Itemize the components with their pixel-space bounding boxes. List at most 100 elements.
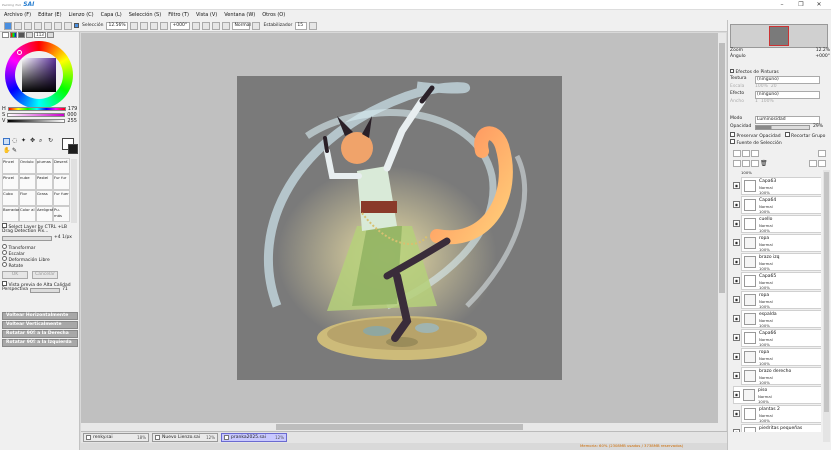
trash-icon[interactable]: 🗑 [760,160,768,167]
tool-slot[interactable]: Fur fur [53,174,70,190]
layer-row[interactable]: ◉ Capa63 Normal 100% [733,177,821,195]
preserve-opacity-checkbox[interactable] [730,132,735,137]
layer-panel-menu-icon[interactable] [818,150,826,157]
clear-layer-icon[interactable] [751,160,759,167]
rotate-radio[interactable] [2,262,7,267]
new-linework-layer-icon[interactable] [742,150,750,157]
visibility-eye-icon[interactable]: ◉ [733,372,740,379]
visibility-eye-icon[interactable]: ◉ [733,277,740,284]
visibility-eye-icon[interactable]: ◉ [733,220,740,227]
minimize-button[interactable]: – [776,1,788,9]
toolbar-tool-icon[interactable] [34,21,42,30]
texture-select[interactable]: (ninguno) [755,76,820,84]
navigator-angle-value[interactable]: +000° [815,54,830,60]
layer-folder-row[interactable]: ◉ ropa Normal 100% [733,348,821,366]
scale-radio[interactable] [2,250,7,255]
blend-mode-button[interactable] [252,21,261,30]
layer-panel-option-icon[interactable] [809,160,817,167]
layer-row[interactable]: ◉piedritas pequeñas [733,424,821,432]
visibility-eye-icon[interactable]: ◉ [733,201,740,208]
toolbar-tool-icon[interactable] [64,21,72,30]
maximize-button[interactable]: ❐ [795,1,807,9]
hand-icon[interactable]: ✋ [3,148,10,155]
layer-scroll-thumb[interactable] [824,172,829,412]
new-folder-icon[interactable] [751,150,759,157]
lasso-icon[interactable]: ◌ [12,138,19,145]
zoom-field[interactable]: 12.56% [106,21,129,30]
toolbar-tool-icon[interactable] [4,21,12,30]
layer-row[interactable]: ◉ cuello Normal 100% [733,215,821,233]
eyedropper-icon[interactable]: ✎ [12,148,19,155]
saturation-value-square[interactable] [22,58,56,92]
toolbar-tool-icon[interactable] [44,21,52,30]
rotate-right-90-button[interactable]: Rotatar 90º a la Derecha [2,330,78,338]
hue-marker[interactable] [17,50,22,55]
copy-layer-icon[interactable] [733,160,741,167]
tool-slot[interactable]: Pastel [36,174,53,190]
navigator-preview[interactable] [730,24,828,48]
layer-opacity-slider[interactable] [755,125,810,130]
layer-folder-row[interactable]: ◉ brazo izq Normal 100% [733,253,821,271]
tool-slot[interactable]: Borrador [2,206,20,222]
visibility-eye-icon[interactable]: ◉ [733,239,740,246]
canvas-area[interactable] [81,33,718,431]
tool-slot[interactable]: Pu. más [53,206,70,222]
rotate-right-button[interactable] [202,21,211,30]
selection-source-checkbox[interactable] [730,139,735,144]
menu-lienzo[interactable]: Lienzo (C) [69,12,94,18]
effect-select[interactable]: (ninguno) [755,91,820,99]
color-wheel[interactable] [5,41,73,109]
tool-slot[interactable]: Aerógraf [36,206,53,222]
zoom-in-button[interactable] [140,21,149,30]
visibility-eye-icon[interactable]: ◉ [733,315,740,322]
drag-detection-slider[interactable] [2,236,52,241]
menu-editar[interactable]: Editar (E) [38,12,61,18]
layer-row[interactable]: ◉ plantas 2 Normal 100% [733,405,821,423]
free-deform-radio[interactable] [2,256,7,261]
visibility-eye-icon[interactable]: ◉ [733,429,740,432]
perspective-value[interactable]: 71 [62,287,68,293]
tool-grid-scrollbar[interactable] [71,159,77,223]
artwork-canvas[interactable] [237,76,562,380]
tool-slot[interactable]: Pincel [2,158,19,174]
navigator-viewport[interactable] [769,26,789,46]
angle-field[interactable]: +000° [170,21,191,30]
visibility-eye-icon[interactable]: ◉ [733,258,740,265]
horizontal-scroll-thumb[interactable] [276,424,523,430]
merge-down-icon[interactable] [742,160,750,167]
menu-filtro[interactable]: Filtro (T) [168,12,189,18]
selection-checkbox[interactable] [74,23,79,28]
close-button[interactable]: ✕ [813,1,825,9]
tool-slot[interactable]: Pincel [2,174,19,190]
layer-row[interactable]: ◉ Capa64 Normal 100% [733,196,821,214]
move-icon[interactable]: ✥ [30,138,37,145]
rotate-left-90-button[interactable]: Rotatar 90º a la Izquierda [2,339,78,347]
toolbar-tool-icon[interactable] [24,21,32,30]
menu-vista[interactable]: Vista (V) [196,12,217,18]
menu-ventana[interactable]: Ventana (W) [224,12,255,18]
rotate-reset-button[interactable] [212,21,221,30]
tool-slot[interactable]: Color al [19,206,36,222]
saturation-slider[interactable] [7,113,66,117]
vertical-scroll-thumb[interactable] [719,43,725,293]
value-slider[interactable] [7,119,66,123]
perspective-slider[interactable] [30,288,61,293]
flip-vertical-button[interactable]: Voltear Verticalmente [2,321,78,329]
tab-pranka2025[interactable]: pranka2025.sai 12% [221,433,287,442]
tool-slot[interactable]: Grass [36,190,53,206]
blend-mode-select[interactable]: Normal [232,21,251,30]
background-color-swatch[interactable] [68,144,78,154]
swatch-tab-icon[interactable] [47,32,54,38]
tool-slot[interactable]: Ondulo [19,158,36,174]
layer-folder-row[interactable]: ◉ ropa Normal 100% [733,234,821,252]
menu-otros[interactable]: Otros (O) [262,12,285,18]
effects-collapse-icon[interactable] [730,69,734,73]
zoom-icon[interactable]: ⌕ [39,138,46,145]
visibility-eye-icon[interactable]: ◉ [733,182,740,189]
hsv-tab-icon[interactable] [18,32,25,38]
visibility-eye-icon[interactable]: ◉ [733,410,740,417]
rect-select-icon[interactable] [3,138,10,145]
tool-slot[interactable]: nube [19,174,36,190]
ok-button[interactable]: OK [2,271,28,279]
tool-slot[interactable]: plumas [36,158,53,174]
